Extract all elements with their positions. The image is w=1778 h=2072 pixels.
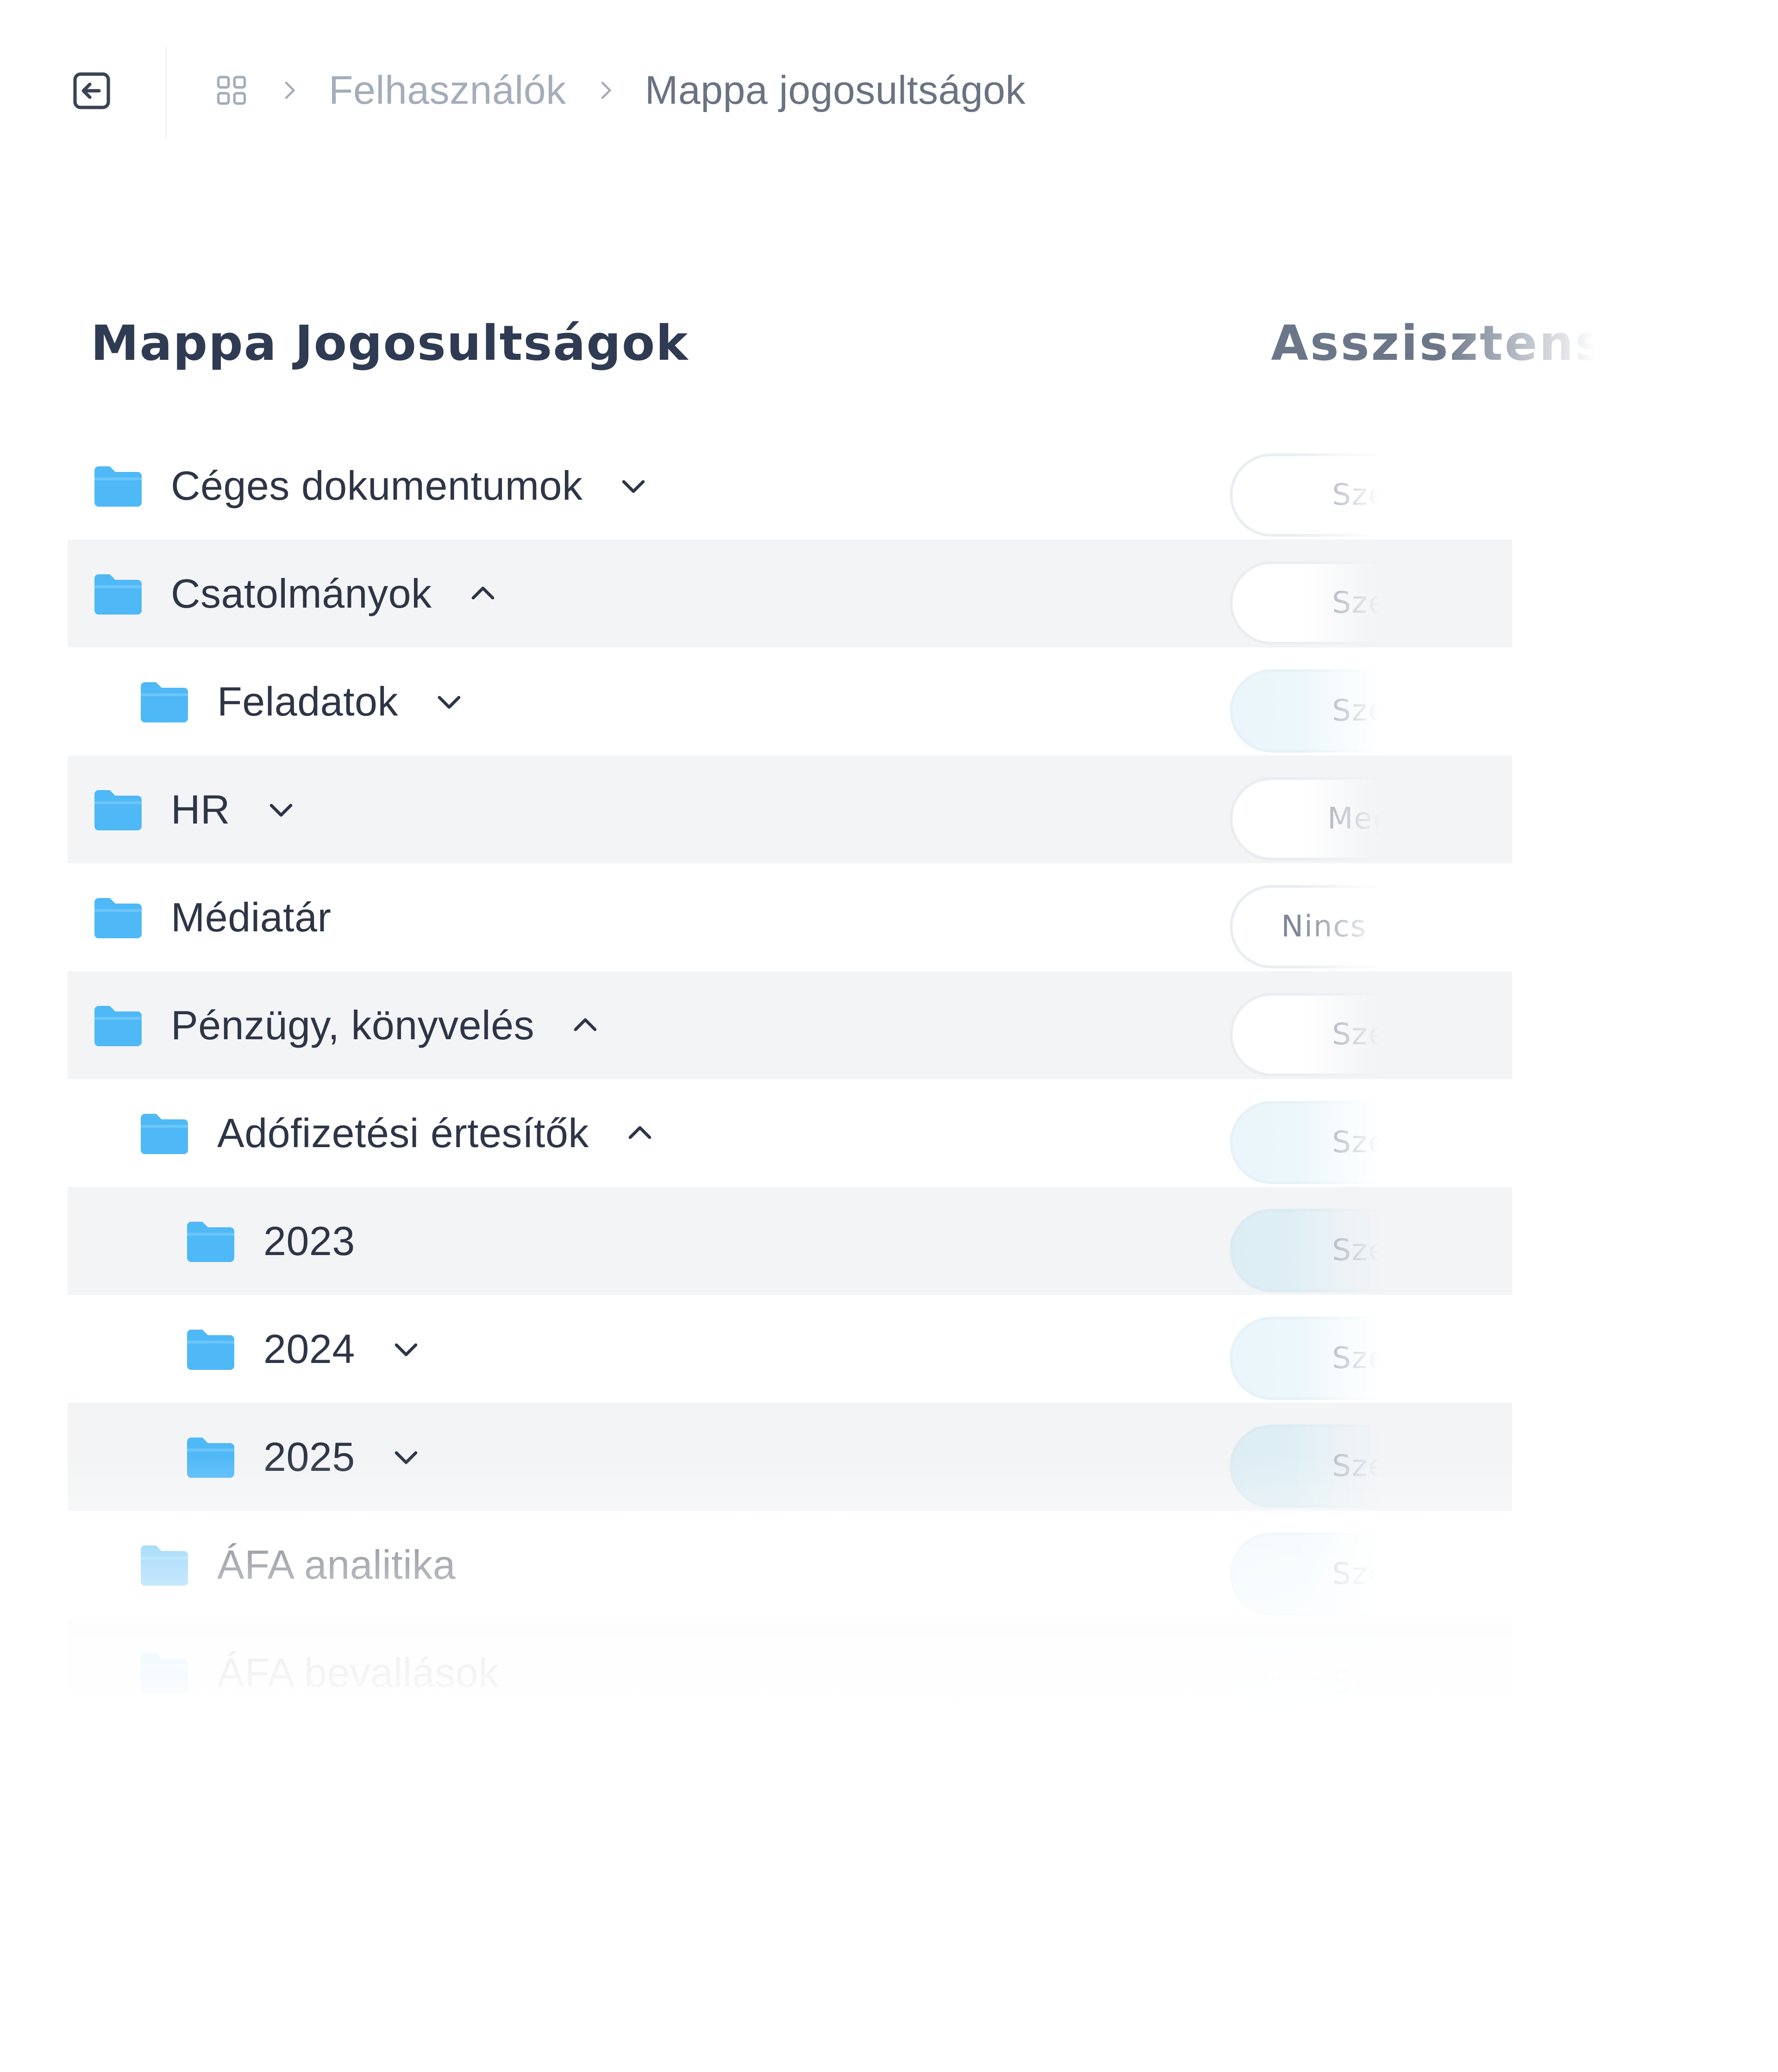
permission-select[interactable]: Szerkesztés xyxy=(1230,993,1563,1076)
folder-label: HR xyxy=(171,786,231,832)
folder-icon xyxy=(94,574,142,615)
permission-value: Szerkesztés xyxy=(1332,1125,1518,1160)
permission-select[interactable]: Nincs jogosultság xyxy=(1230,885,1563,968)
chevron-up-icon[interactable] xyxy=(621,1115,658,1152)
permission-value: Szerkesztés xyxy=(1332,694,1518,728)
folder-row[interactable]: 2024 Szerkesztés xyxy=(68,1295,1563,1403)
folder-label: Feladatok xyxy=(217,678,398,724)
permission-select[interactable]: Megtekintés xyxy=(1230,777,1563,860)
folder-icon xyxy=(94,1005,142,1046)
permission-select[interactable]: Szerkesztés xyxy=(1230,1101,1563,1184)
folder-label: Pénzügy, könyvelés xyxy=(171,1002,535,1048)
permission-value: Szerkesztés xyxy=(1332,1017,1518,1052)
chevron-up-icon[interactable] xyxy=(567,1007,604,1044)
folder-tree: Céges dokumentumok Szerkesztés Csatolmán… xyxy=(68,432,1563,1727)
folder-icon xyxy=(94,466,142,507)
permission-select[interactable]: Szerkesztés xyxy=(1230,1209,1563,1292)
permission-value: Szerkesztés xyxy=(1332,1449,1518,1483)
folder-label: 2023 xyxy=(263,1218,355,1264)
breadcrumb: Felhasználók Mappa jogosultságok xyxy=(213,60,1026,120)
permission-value: Szerkesztés xyxy=(1332,586,1518,620)
folder-row[interactable]: Pénzügy, könyvelés Szerkesztés xyxy=(68,971,1563,1079)
folder-row[interactable]: 2023 Szerkesztés xyxy=(68,1187,1563,1295)
permission-value: Nincs jogosultság xyxy=(1281,910,1557,944)
permission-select[interactable]: Szerkesztés xyxy=(1230,561,1563,645)
permission-value: Szerkesztés xyxy=(1332,1665,1518,1699)
page-title: Mappa Jogosultságok xyxy=(91,315,689,371)
folder-icon xyxy=(141,1113,188,1154)
chevron-down-icon[interactable] xyxy=(615,467,652,504)
permission-value: Szerkesztés xyxy=(1332,1557,1518,1591)
folder-label: Médiatár xyxy=(171,894,332,940)
folder-label: Adófizetési értesítők xyxy=(217,1110,589,1156)
folder-icon xyxy=(141,682,188,722)
back-arrow-icon[interactable] xyxy=(69,69,114,113)
folder-icon xyxy=(94,898,142,938)
permission-select[interactable]: Szerkesztés xyxy=(1230,1425,1563,1508)
folder-row[interactable]: Céges dokumentumok Szerkesztés xyxy=(68,432,1563,540)
folder-icon xyxy=(94,790,142,830)
chevron-up-icon[interactable] xyxy=(464,575,501,612)
folder-icon xyxy=(187,1437,234,1478)
column-title-assistant: Asszisztens xyxy=(1271,315,1606,371)
permission-select[interactable]: Szerkesztés xyxy=(1230,669,1563,753)
folder-label: ÁFA analitika xyxy=(217,1541,456,1588)
folder-icon xyxy=(187,1329,234,1370)
chevron-down-icon[interactable] xyxy=(263,791,300,828)
folder-row[interactable]: Adófizetési értesítők Szerkesztés xyxy=(68,1079,1563,1187)
folder-row[interactable]: 2025 Szerkesztés xyxy=(68,1403,1563,1511)
folder-row[interactable]: ÁFA bevallások Szerkesztés xyxy=(68,1619,1563,1727)
folder-label: ÁFA bevallások xyxy=(217,1649,499,1695)
permission-select[interactable]: Szerkesztés xyxy=(1230,1317,1563,1400)
chevron-right-icon xyxy=(589,72,622,109)
chevron-right-icon xyxy=(273,72,306,109)
folder-label: 2025 xyxy=(263,1433,355,1480)
breadcrumb-current: Mappa jogosultságok xyxy=(645,68,1026,113)
folder-label: Céges dokumentumok xyxy=(171,462,583,509)
folder-row[interactable]: Csatolmányok Szerkesztés xyxy=(68,540,1563,647)
permission-select[interactable]: Szerkesztés xyxy=(1230,1640,1563,1724)
grid-icon[interactable] xyxy=(213,72,250,109)
permission-select[interactable]: Szerkesztés xyxy=(1230,1532,1563,1616)
chevron-down-icon[interactable] xyxy=(431,683,468,720)
folder-icon xyxy=(141,1545,188,1586)
chevron-down-icon[interactable] xyxy=(388,1438,425,1476)
permission-value: Megtekintés xyxy=(1327,802,1520,836)
top-bar-divider xyxy=(165,46,167,139)
permission-value: Szerkesztés xyxy=(1332,1233,1518,1268)
folder-row[interactable]: HR Megtekintés xyxy=(68,755,1563,863)
folder-label: Csatolmányok xyxy=(171,570,432,616)
folder-icon xyxy=(187,1221,234,1262)
permission-value: Szerkesztés xyxy=(1332,478,1518,512)
folder-row[interactable]: ÁFA analitika Szerkesztés xyxy=(68,1511,1563,1619)
folder-icon xyxy=(141,1653,188,1694)
folder-label: 2024 xyxy=(263,1325,355,1372)
folder-row[interactable]: Feladatok Szerkesztés xyxy=(68,647,1563,755)
chevron-down-icon[interactable] xyxy=(388,1331,425,1368)
folder-row[interactable]: Médiatár Nincs jogosultság xyxy=(68,863,1563,971)
permission-select[interactable]: Szerkesztés xyxy=(1230,453,1563,537)
top-bar: Felhasználók Mappa jogosultságok xyxy=(0,0,1778,139)
breadcrumb-link-users[interactable]: Felhasználók xyxy=(329,68,566,113)
permission-value: Szerkesztés xyxy=(1332,1341,1518,1375)
